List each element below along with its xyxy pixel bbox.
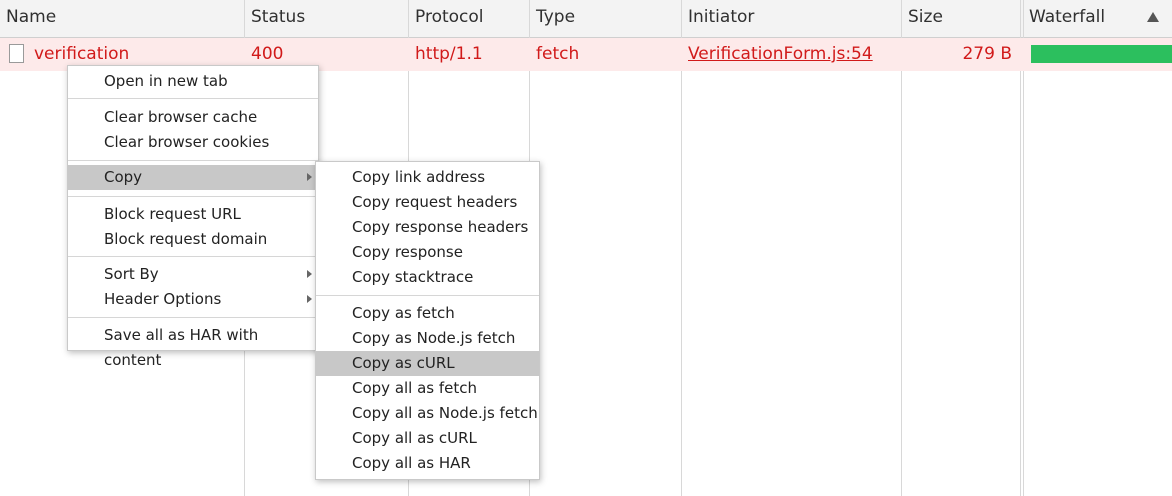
request-type: fetch [536, 44, 580, 64]
submenu-item-copy-as-node-fetch[interactable]: Copy as Node.js fetch [316, 326, 539, 351]
menu-separator [68, 256, 318, 257]
menu-item-clear-cookies[interactable]: Clear browser cookies [68, 130, 318, 155]
submenu-item-copy-response[interactable]: Copy response [316, 240, 539, 265]
column-header-type[interactable]: Type [530, 0, 681, 37]
column-divider [1023, 0, 1024, 496]
sort-ascending-icon[interactable] [1147, 12, 1159, 22]
menu-item-sort-by[interactable]: Sort By [68, 262, 318, 287]
submenu-item-copy-link-address[interactable]: Copy link address [316, 165, 539, 190]
waterfall-bar [1031, 45, 1172, 63]
menu-separator [68, 160, 318, 161]
request-protocol: http/1.1 [415, 44, 483, 64]
submenu-item-copy-as-fetch[interactable]: Copy as fetch [316, 301, 539, 326]
column-header-status[interactable]: Status [245, 0, 408, 37]
submenu-item-copy-request-headers[interactable]: Copy request headers [316, 190, 539, 215]
submenu-item-copy-response-headers[interactable]: Copy response headers [316, 215, 539, 240]
column-header-initiator[interactable]: Initiator [682, 0, 901, 37]
menu-item-clear-cache[interactable]: Clear browser cache [68, 105, 318, 130]
menu-separator [68, 196, 318, 197]
document-icon [9, 44, 24, 63]
menu-item-open-new-tab[interactable]: Open in new tab [68, 69, 318, 94]
menu-item-header-options[interactable]: Header Options [68, 287, 318, 312]
submenu-arrow-icon [307, 295, 312, 303]
column-header-size[interactable]: Size [902, 0, 1020, 37]
submenu-item-copy-stacktrace[interactable]: Copy stacktrace [316, 265, 539, 290]
submenu-item-copy-all-as-node-fetch[interactable]: Copy all as Node.js fetch [316, 401, 539, 426]
submenu-arrow-icon [307, 173, 312, 181]
column-divider [1020, 0, 1021, 496]
menu-item-copy[interactable]: Copy [68, 165, 318, 190]
request-size: 279 B [962, 44, 1012, 64]
menu-item-block-url[interactable]: Block request URL [68, 202, 318, 227]
column-header-protocol[interactable]: Protocol [409, 0, 529, 37]
column-header-name[interactable]: Name [0, 0, 244, 37]
menu-item-save-har[interactable]: Save all as HAR with content [68, 323, 318, 369]
submenu-item-copy-all-as-har[interactable]: Copy all as HAR [316, 451, 539, 476]
menu-separator [68, 98, 318, 99]
submenu-item-copy-all-as-fetch[interactable]: Copy all as fetch [316, 376, 539, 401]
column-divider [901, 0, 902, 496]
submenu-item-copy-all-as-curl[interactable]: Copy all as cURL [316, 426, 539, 451]
menu-item-block-domain[interactable]: Block request domain [68, 227, 318, 252]
submenu-item-copy-as-curl[interactable]: Copy as cURL [316, 351, 539, 376]
request-initiator-link[interactable]: VerificationForm.js:54 [682, 38, 901, 71]
submenu-arrow-icon [307, 270, 312, 278]
menu-separator [316, 295, 539, 296]
menu-separator [68, 317, 318, 318]
column-divider [681, 0, 682, 496]
copy-submenu: Copy link address Copy request headers C… [315, 161, 540, 480]
context-menu: Open in new tab Clear browser cache Clea… [67, 65, 319, 369]
